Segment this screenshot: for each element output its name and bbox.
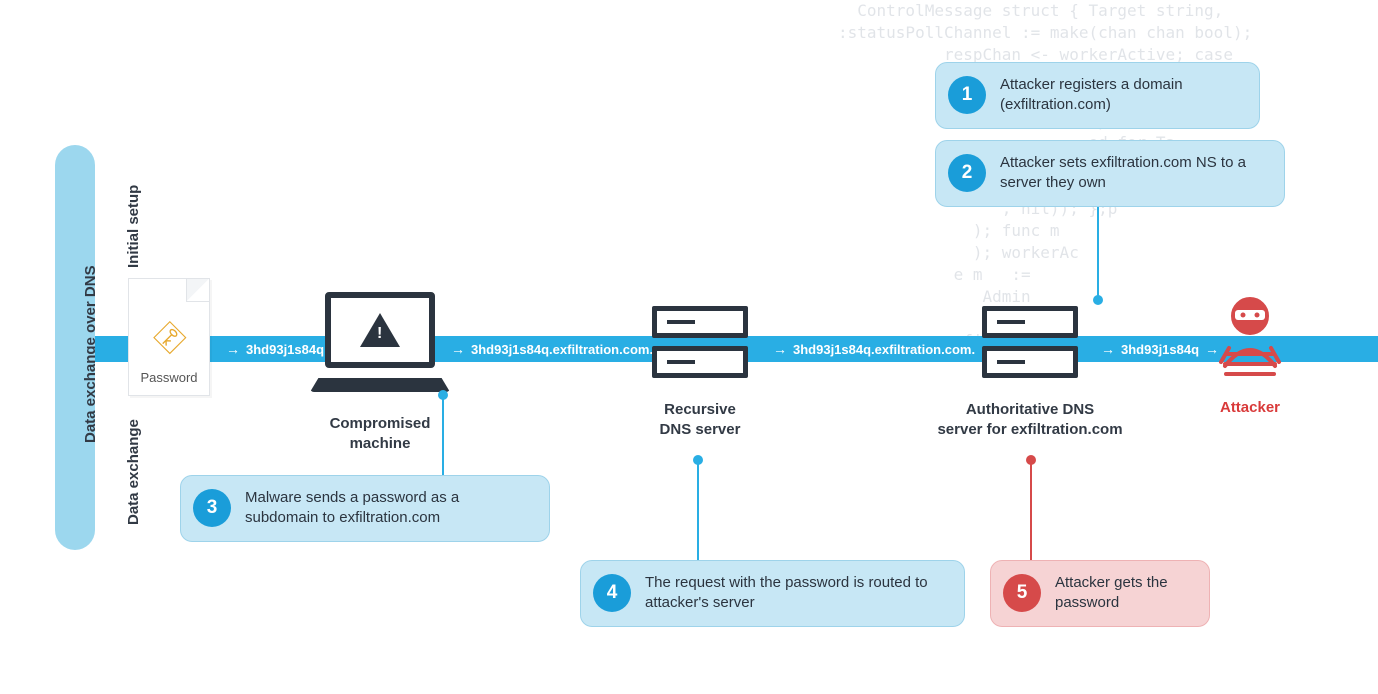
step-3-callout: 3 Malware sends a password as a subdomai… <box>180 475 550 542</box>
laptop-warning-icon <box>310 292 450 392</box>
connector-dot <box>1093 295 1103 305</box>
node-compromised-label: Compromisedmachine <box>300 414 460 455</box>
step-text: Attacker gets the password <box>1055 573 1189 614</box>
flow-token-2: 3hd93j1s84q.exfiltration.com. <box>471 342 653 357</box>
connector-line <box>1030 460 1032 560</box>
connector-line <box>1097 205 1099 300</box>
node-authoritative-dns: Authoritative DNSserver for exfiltration… <box>930 306 1130 441</box>
step-number: 5 <box>1003 574 1041 612</box>
attacker-icon <box>1215 294 1285 390</box>
server-stack-icon <box>982 306 1078 378</box>
step-text: Malware sends a password as a subdomain … <box>245 488 529 529</box>
step-number: 3 <box>193 489 231 527</box>
connector-line <box>697 460 699 560</box>
step-text: Attacker sets exfiltration.com NS to a s… <box>1000 153 1264 194</box>
step-5-callout: 5 Attacker gets the password <box>990 560 1210 627</box>
section-label-initial-setup: Initial setup <box>125 185 142 268</box>
connector-dot <box>438 390 448 400</box>
password-file-icon: ⚿ Password <box>128 278 210 396</box>
node-recursive-dns: RecursiveDNS server <box>640 306 760 441</box>
step-number: 2 <box>948 154 986 192</box>
key-icon: ⚿ <box>146 316 192 362</box>
password-file-label: Password <box>129 370 209 385</box>
node-attacker-label: Attacker <box>1205 398 1295 418</box>
step-number: 4 <box>593 574 631 612</box>
step-text: Attacker registers a domain (exfiltratio… <box>1000 75 1239 116</box>
flow-token-4: 3hd93j1s84q <box>1121 342 1199 357</box>
step-1-callout: 1 Attacker registers a domain (exfiltrat… <box>935 62 1260 129</box>
node-recursive-label: RecursiveDNS server <box>640 400 760 441</box>
step-text: The request with the password is routed … <box>645 573 944 614</box>
connector-line <box>442 395 444 475</box>
step-2-callout: 2 Attacker sets exfiltration.com NS to a… <box>935 140 1285 207</box>
node-authoritative-label: Authoritative DNSserver for exfiltration… <box>930 400 1130 441</box>
section-label-data-exchange: Data exchange <box>125 419 142 525</box>
server-stack-icon <box>652 306 748 378</box>
step-number: 1 <box>948 76 986 114</box>
connector-dot <box>1026 455 1036 465</box>
node-compromised-machine: Compromisedmachine <box>300 292 460 455</box>
step-4-callout: 4 The request with the password is route… <box>580 560 965 627</box>
node-attacker: Attacker <box>1205 294 1295 418</box>
connector-dot <box>693 455 703 465</box>
